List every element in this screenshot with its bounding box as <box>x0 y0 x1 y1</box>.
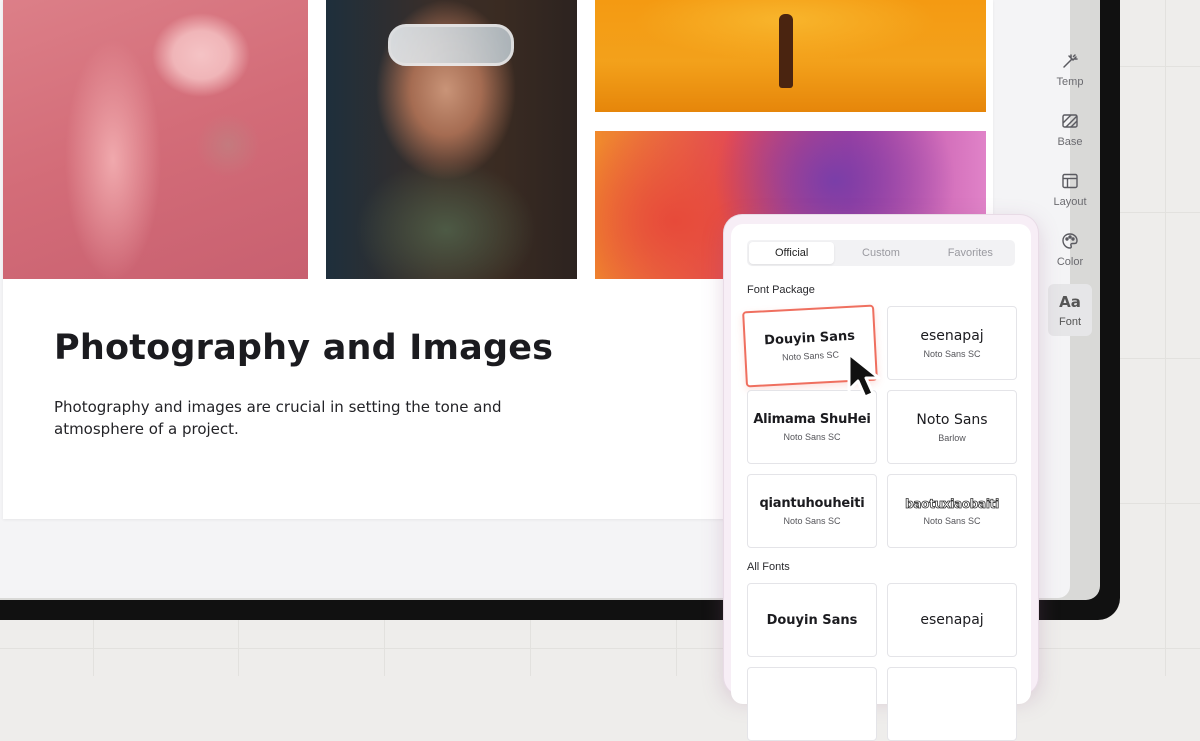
palette-icon <box>1062 233 1078 249</box>
photo-hands-flower <box>3 0 308 279</box>
font-card-qiantuhouheiti[interactable]: qiantuhouheiti Noto Sans SC <box>747 474 877 548</box>
tool-label: Font <box>1058 315 1081 328</box>
tool-label: Layout <box>1053 196 1087 208</box>
tool-font[interactable]: Aa Font <box>1048 284 1092 336</box>
font-subname: Noto Sans SC <box>781 349 840 363</box>
font-name: baotuxiaobaiti <box>905 496 1000 511</box>
tool-color[interactable]: Color <box>1048 224 1092 276</box>
font-card-noto-sans[interactable]: Noto Sans Barlow <box>887 390 1017 464</box>
slide-title[interactable]: Photography and Images <box>54 328 553 368</box>
font-subname: Noto Sans SC <box>923 515 981 526</box>
mouse-pointer-icon <box>847 352 881 399</box>
tool-temp[interactable]: Temp <box>1048 44 1092 96</box>
all-fonts-label: All Fonts <box>747 561 790 573</box>
tab-official[interactable]: Official <box>749 242 835 264</box>
hatched-square-icon <box>1062 114 1078 128</box>
font-card-baotuxiaobaiti[interactable]: baotuxiaobaiti Noto Sans SC <box>887 474 1017 548</box>
font-name: Douyin Sans <box>763 328 856 349</box>
tool-layout[interactable]: Layout <box>1048 164 1092 216</box>
grid-line <box>1165 0 1166 676</box>
font-subname: Noto Sans SC <box>783 516 841 526</box>
font-source-tabs: Official Custom Favorites <box>747 240 1015 266</box>
font-name: qiantuhouheiti <box>759 496 865 511</box>
font-card-esenapaj-all[interactable]: esenapaj <box>887 583 1017 657</box>
font-panel-frame: Official Custom Favorites Font Package D… <box>724 215 1038 741</box>
font-name: esenapaj <box>920 327 984 344</box>
font-subname: Noto Sans SC <box>923 348 981 359</box>
tab-custom[interactable]: Custom <box>838 242 923 264</box>
font-subname: Noto Sans SC <box>783 432 841 442</box>
slide-body-text[interactable]: Photography and images are crucial in se… <box>54 396 504 440</box>
font-name: Noto Sans <box>916 411 988 428</box>
font-card-esenapaj[interactable]: esenapaj Noto Sans SC <box>887 306 1017 380</box>
font-subname: Barlow <box>938 432 966 443</box>
font-panel: Official Custom Favorites Font Package D… <box>731 224 1031 741</box>
tool-rail: Temp Base Layout Color Aa Font <box>1042 44 1098 344</box>
font-card-partial[interactable] <box>747 667 877 741</box>
tool-label: Base <box>1057 136 1083 148</box>
tool-label: Temp <box>1056 76 1084 88</box>
font-name: esenapaj <box>920 612 984 628</box>
sunglasses-shape <box>388 24 514 66</box>
aa-icon: Aa <box>1059 292 1081 311</box>
photo-woman-sunglasses <box>326 0 577 279</box>
tool-label: Color <box>1056 256 1084 268</box>
magic-wand-icon <box>1063 54 1078 68</box>
layout-icon <box>1062 173 1078 189</box>
font-name: Douyin Sans <box>766 612 858 628</box>
font-package-label: Font Package <box>747 284 815 296</box>
tab-favorites[interactable]: Favorites <box>928 242 1013 264</box>
font-card-douyin-sans-all[interactable]: Douyin Sans <box>747 583 877 657</box>
font-name: Alimama ShuHei <box>753 412 871 427</box>
tool-base[interactable]: Base <box>1048 104 1092 156</box>
walker-silhouette <box>779 14 793 88</box>
photo-desert-walker <box>595 0 986 112</box>
font-card-partial[interactable] <box>887 667 1017 741</box>
